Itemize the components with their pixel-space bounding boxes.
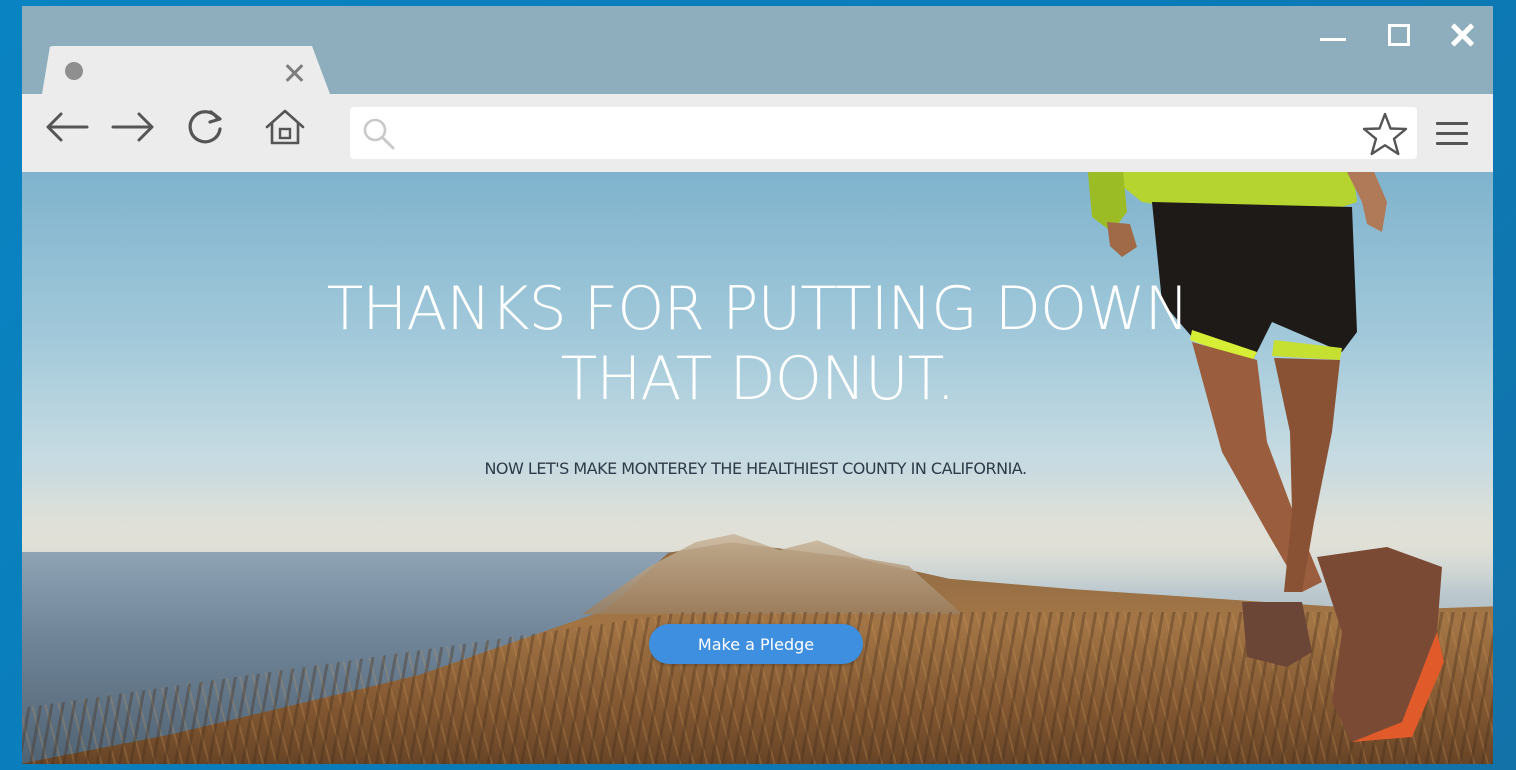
browser-toolbar — [22, 94, 1493, 172]
browser-window: THANKS FOR PUTTING DOWN THAT DONUT. NOW … — [22, 6, 1493, 764]
maximize-icon[interactable] — [1384, 20, 1414, 50]
close-icon[interactable] — [1447, 20, 1477, 50]
hamburger-menu-icon[interactable] — [1436, 122, 1470, 146]
make-pledge-button[interactable]: Make a Pledge — [649, 624, 863, 664]
headline-line-2: THAT DONUT. — [560, 344, 956, 414]
url-input[interactable] — [406, 107, 1355, 161]
reload-icon[interactable] — [182, 104, 228, 150]
home-icon[interactable] — [262, 104, 308, 150]
star-icon[interactable] — [1361, 111, 1409, 162]
arrow-right-icon[interactable] — [110, 104, 156, 150]
tab-close-icon[interactable] — [283, 62, 305, 84]
arrow-left-icon[interactable] — [44, 104, 90, 150]
address-bar[interactable] — [350, 107, 1417, 162]
page-headline: THANKS FOR PUTTING DOWN THAT DONUT. — [22, 274, 1493, 414]
minimize-icon[interactable] — [1318, 20, 1348, 50]
page-content: THANKS FOR PUTTING DOWN THAT DONUT. NOW … — [22, 172, 1493, 764]
headline-line-1: THANKS FOR PUTTING DOWN — [326, 274, 1190, 344]
tab-favicon-icon — [65, 62, 83, 80]
page-subheadline: NOW LET'S MAKE MONTEREY THE HEALTHIEST C… — [484, 459, 1027, 478]
search-icon — [362, 117, 396, 156]
